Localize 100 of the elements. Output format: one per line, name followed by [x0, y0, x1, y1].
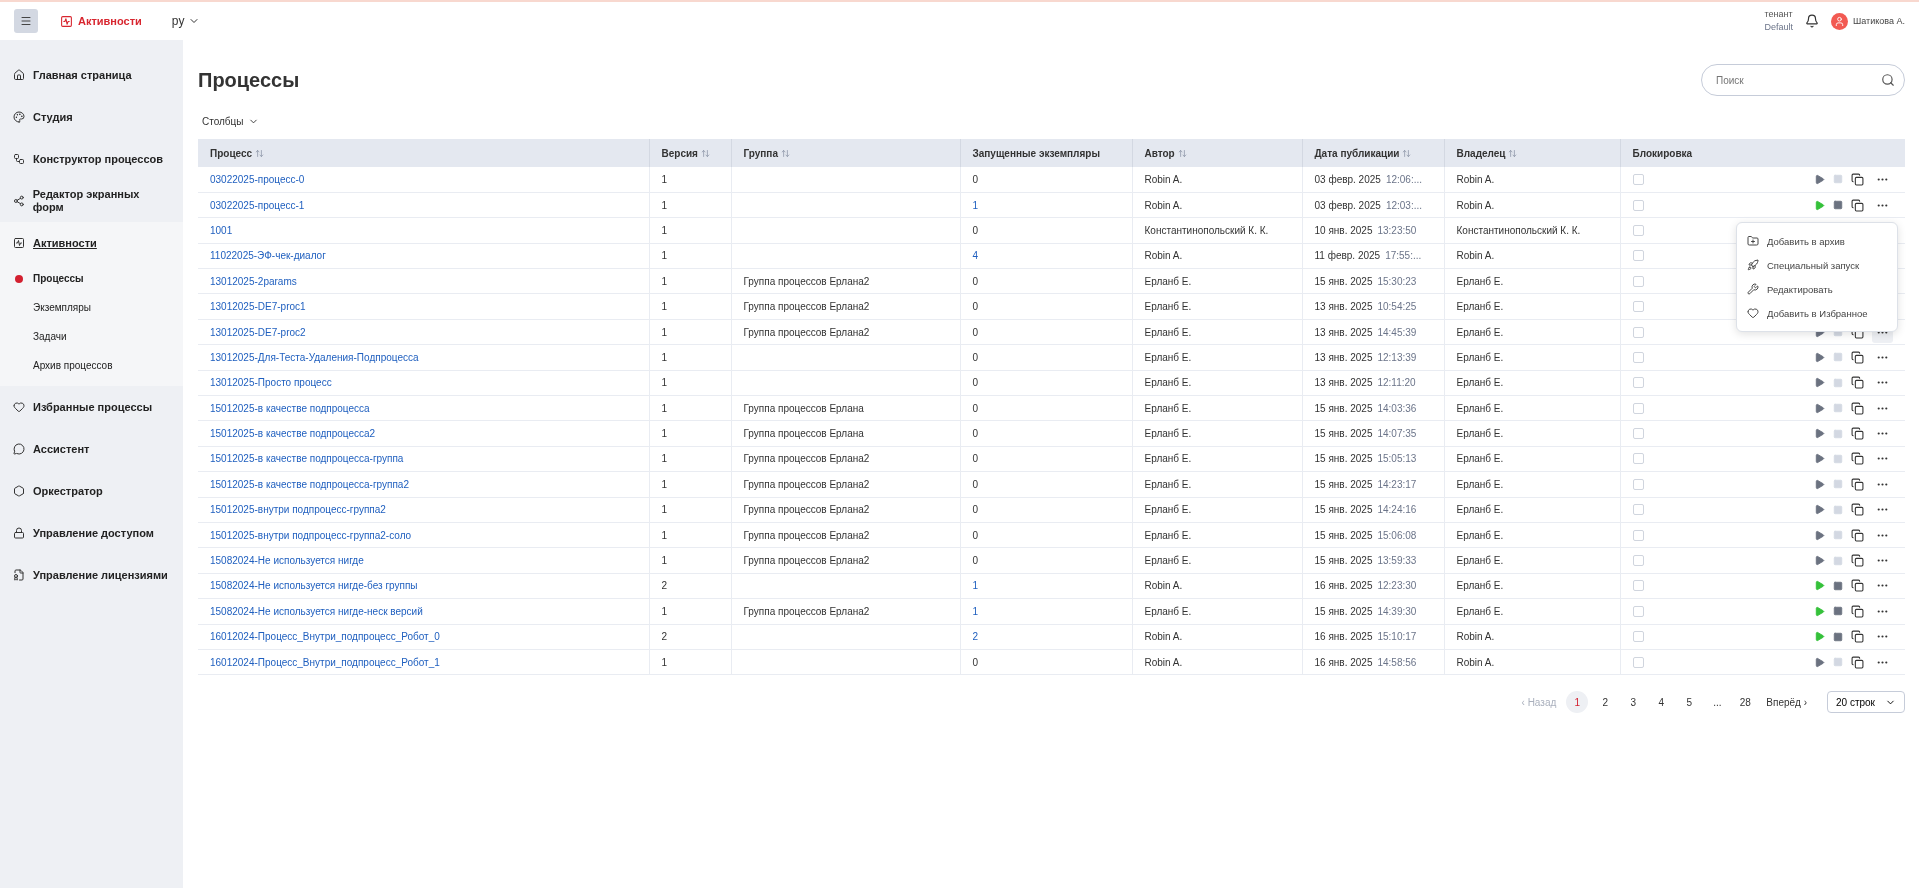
- lock-checkbox[interactable]: [1632, 428, 1644, 440]
- process-link[interactable]: 13012025-Для-Теста-Удаления-Подпроцесса: [210, 351, 419, 363]
- instances-link[interactable]: 1: [972, 605, 979, 617]
- play-icon[interactable]: [1814, 605, 1825, 617]
- language-dropdown[interactable]: ру: [165, 13, 207, 29]
- sort-icon[interactable]: [1402, 148, 1412, 158]
- play-icon[interactable]: [1814, 580, 1825, 592]
- nav-item[interactable]: Оркестратор: [33, 484, 103, 498]
- play-icon[interactable]: [1814, 402, 1825, 414]
- lock-checkbox[interactable]: [1632, 656, 1644, 668]
- lock-checkbox[interactable]: [1632, 504, 1644, 516]
- copy-icon[interactable]: [1851, 401, 1864, 415]
- page-button[interactable]: 3: [1622, 691, 1645, 714]
- process-link[interactable]: 03022025-процесс-0: [210, 173, 305, 185]
- copy-icon[interactable]: [1851, 503, 1864, 517]
- process-link[interactable]: 13012025-DE7-proc1: [210, 301, 306, 313]
- nav-item[interactable]: Студия: [33, 110, 73, 124]
- lock-checkbox[interactable]: [1632, 605, 1644, 617]
- columns-dropdown[interactable]: Столбцы: [202, 116, 259, 127]
- menu-item[interactable]: Добавить в архив: [1737, 229, 1897, 253]
- page-button[interactable]: 1: [1566, 691, 1589, 714]
- stop-icon[interactable]: [1833, 606, 1843, 617]
- copy-icon[interactable]: [1851, 604, 1864, 618]
- process-link[interactable]: 15082024-Не используется нигде-неск версий: [210, 605, 423, 617]
- play-icon[interactable]: [1814, 555, 1825, 567]
- process-link[interactable]: 15012025-в качестве подпроцесса-группа2: [210, 478, 409, 490]
- sort-icon[interactable]: [780, 148, 790, 158]
- play-icon[interactable]: [1814, 428, 1825, 440]
- copy-icon[interactable]: [1851, 376, 1864, 390]
- sort-icon[interactable]: [255, 148, 265, 158]
- sort-icon[interactable]: [700, 148, 710, 158]
- copy-icon[interactable]: [1851, 630, 1864, 644]
- lock-checkbox[interactable]: [1632, 631, 1644, 643]
- process-link[interactable]: 15012025-внутри подпроцесс-группа2: [210, 504, 386, 516]
- play-icon[interactable]: [1814, 656, 1825, 668]
- notifications-icon[interactable]: [1805, 14, 1820, 28]
- search-field[interactable]: Поиск: [1701, 64, 1905, 96]
- menu-item[interactable]: Редактировать: [1737, 277, 1897, 301]
- lock-checkbox[interactable]: [1632, 301, 1644, 313]
- column-header[interactable]: Автор: [1132, 139, 1302, 167]
- instances-link[interactable]: 1: [972, 199, 979, 211]
- page-button[interactable]: 4: [1650, 691, 1673, 714]
- page-size-select[interactable]: 20 строк: [1827, 691, 1905, 714]
- play-icon[interactable]: [1814, 631, 1825, 643]
- play-icon[interactable]: [1814, 529, 1825, 541]
- lock-checkbox[interactable]: [1632, 453, 1644, 465]
- copy-icon[interactable]: [1851, 198, 1864, 212]
- copy-icon[interactable]: [1851, 452, 1864, 466]
- column-header[interactable]: Дата публикации: [1302, 139, 1444, 167]
- lock-checkbox[interactable]: [1632, 555, 1644, 567]
- process-link[interactable]: 15012025-внутри подпроцесс-группа2-соло: [210, 529, 412, 541]
- process-link[interactable]: 1001: [210, 224, 233, 236]
- play-icon[interactable]: [1814, 351, 1825, 363]
- lock-checkbox[interactable]: [1632, 402, 1644, 414]
- menu-item[interactable]: Добавить в Избранное: [1737, 301, 1897, 325]
- process-link[interactable]: 15012025-в качестве подпроцесса2: [210, 428, 376, 440]
- stop-icon[interactable]: [1833, 631, 1843, 642]
- sort-icon[interactable]: [1177, 148, 1187, 158]
- copy-icon[interactable]: [1851, 554, 1864, 568]
- user-name[interactable]: Шатикова А.: [1853, 16, 1905, 26]
- stop-icon[interactable]: [1833, 580, 1843, 591]
- play-icon[interactable]: [1814, 478, 1825, 490]
- page-button[interactable]: 5: [1678, 691, 1701, 714]
- instances-link[interactable]: 2: [972, 631, 979, 643]
- lock-checkbox[interactable]: [1632, 173, 1644, 185]
- process-link[interactable]: 13012025-2params: [210, 275, 297, 287]
- process-link[interactable]: 15012025-в качестве подпроцесса: [210, 402, 370, 414]
- column-header[interactable]: Владелец: [1444, 139, 1620, 167]
- process-link[interactable]: 11022025-ЭФ-чек-диалог: [210, 250, 326, 262]
- lock-checkbox[interactable]: [1632, 326, 1644, 338]
- copy-icon[interactable]: [1851, 579, 1864, 593]
- process-link[interactable]: 15082024-Не используется нигде-без группы: [210, 580, 418, 592]
- column-header[interactable]: Версия: [649, 139, 731, 167]
- page-button[interactable]: 28: [1734, 691, 1757, 714]
- nav-item[interactable]: Избранные процессы: [33, 400, 153, 414]
- nav-item[interactable]: Редактор экранных форм: [32, 188, 170, 214]
- search-icon[interactable]: [1881, 73, 1895, 87]
- play-icon[interactable]: [1814, 377, 1825, 389]
- page-button[interactable]: ...: [1706, 691, 1729, 714]
- process-link[interactable]: 13012025-Просто процесс: [210, 377, 332, 389]
- copy-icon[interactable]: [1851, 528, 1864, 542]
- copy-icon[interactable]: [1851, 427, 1864, 441]
- copy-icon[interactable]: [1851, 655, 1864, 669]
- next-button[interactable]: Вперёд ›: [1762, 691, 1811, 714]
- nav-subitem[interactable]: Задачи: [0, 322, 183, 351]
- sort-icon[interactable]: [1508, 148, 1518, 158]
- page-button[interactable]: 2: [1594, 691, 1617, 714]
- copy-icon[interactable]: [1851, 350, 1864, 364]
- copy-icon[interactable]: [1851, 477, 1864, 491]
- process-link[interactable]: 15082024-Не используется нигде: [210, 555, 364, 567]
- menu-button[interactable]: [14, 9, 38, 33]
- copy-icon[interactable]: [1851, 172, 1864, 186]
- process-link[interactable]: 15012025-в качестве подпроцесса-группа: [210, 453, 404, 465]
- column-header[interactable]: Процесс: [198, 139, 649, 167]
- process-link[interactable]: 03022025-процесс-1: [210, 199, 305, 211]
- play-icon[interactable]: [1814, 453, 1825, 465]
- menu-item[interactable]: Специальный запуск: [1737, 253, 1897, 277]
- menu-icon[interactable]: [20, 15, 32, 27]
- lock-checkbox[interactable]: [1632, 377, 1644, 389]
- lock-checkbox[interactable]: [1632, 351, 1644, 363]
